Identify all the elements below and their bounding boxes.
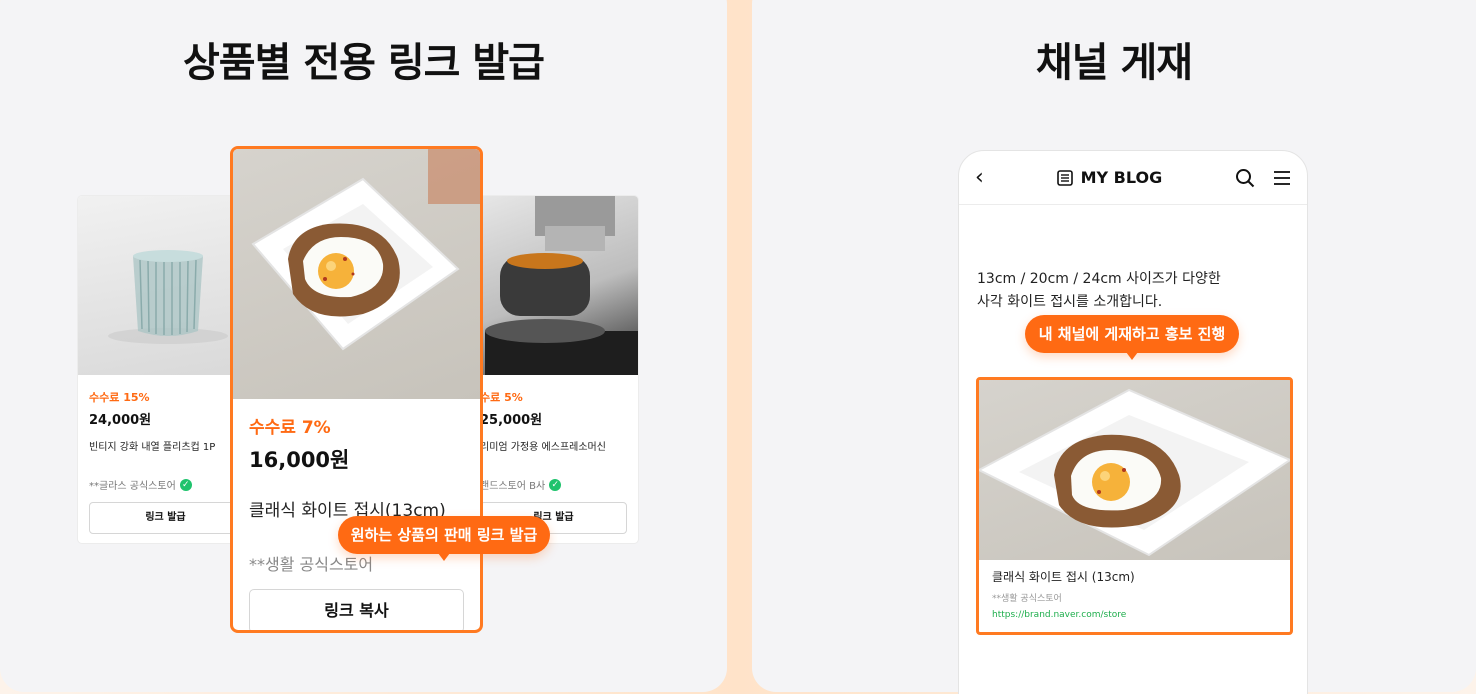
- back-chevron-icon[interactable]: ‹: [975, 165, 984, 190]
- store-name: **글라스 공식스토어 ✓: [89, 477, 242, 492]
- price: 25,000원: [480, 413, 543, 428]
- list-icon: [1056, 169, 1073, 186]
- product-name: 빈티지 강화 내열 플리츠컵 1P: [89, 442, 216, 453]
- store-label: 랜드스토어 B사: [480, 481, 546, 492]
- verified-check-icon: ✓: [179, 478, 192, 491]
- publish-channel-tooltip: 내 채널에 게재하고 홍보 진행: [1025, 315, 1239, 360]
- copy-link-button[interactable]: 링크 복사: [249, 589, 464, 630]
- post-image-egg-toast-plate: [979, 380, 1290, 560]
- post-url-link[interactable]: https://brand.naver.com/store: [992, 610, 1277, 620]
- commission-label: 수수료 15%: [89, 391, 150, 404]
- header-actions: [1235, 168, 1291, 188]
- store-label: **글라스 공식스토어: [89, 481, 176, 492]
- price: 16,000원: [249, 448, 350, 472]
- price: 24,000원: [89, 413, 152, 428]
- blog-header: ‹ MY BLOG: [959, 151, 1307, 205]
- post-egg-toast-illustration: [979, 388, 1290, 557]
- commission-label: 수수료 7%: [249, 418, 331, 438]
- store-label: **생활 공식스토어: [249, 555, 374, 574]
- commission-label: 수료 5%: [480, 391, 523, 404]
- product-image-egg-toast-plate: [233, 149, 480, 399]
- post-store: **생활 공식스토어: [992, 594, 1062, 604]
- right-panel-title: 채널 게재: [1035, 40, 1193, 86]
- egg-toast-illustration: [251, 149, 480, 351]
- search-icon[interactable]: [1235, 168, 1255, 188]
- left-panel-title: 상품별 전용 링크 발급: [183, 40, 545, 86]
- store-name: 랜드스토어 B사 ✓: [480, 477, 627, 492]
- post-title: 클래식 화이트 접시 (13cm): [992, 570, 1135, 584]
- menu-icon[interactable]: [1273, 170, 1291, 186]
- blog-intro-text: 13cm / 20cm / 24cm 사이즈가 다양한 사각 화이트 접시를 소…: [977, 268, 1221, 314]
- product-name: 리미엄 가정용 에스프레소머신: [480, 442, 606, 453]
- espresso-illustration: [485, 196, 638, 375]
- intro-line-2: 사각 화이트 접시를 소개합니다.: [977, 294, 1163, 310]
- issue-link-tooltip: 원하는 상품의 판매 링크 발급: [338, 516, 550, 561]
- blog-title: MY BLOG: [1056, 168, 1163, 187]
- issue-link-button[interactable]: 링크 발급: [89, 502, 242, 534]
- intro-line-1: 13cm / 20cm / 24cm 사이즈가 다양한: [977, 271, 1221, 287]
- store-name: **생활 공식스토어: [249, 551, 464, 575]
- product-card-espresso[interactable]: 수료 5% 25,000원 리미엄 가정용 에스프레소머신 랜드스토어 B사 ✓…: [465, 196, 638, 543]
- embedded-product-card[interactable]: 클래식 화이트 접시 (13cm) **생활 공식스토어 https://bra…: [976, 377, 1293, 635]
- product-card-glass[interactable]: 수수료 15% 24,000원 빈티지 강화 내열 플리츠컵 1P **글라스 …: [78, 196, 253, 543]
- verified-check-icon: ✓: [549, 478, 562, 491]
- blog-title-label: MY BLOG: [1080, 168, 1163, 187]
- phone-mockup: ‹ MY BLOG 13cm / 20cm / 24cm 사이즈가 다양한 사각…: [958, 150, 1308, 694]
- post-info: 클래식 화이트 접시 (13cm) **생활 공식스토어 https://bra…: [979, 560, 1290, 628]
- product-image-glass-cup: [78, 196, 253, 375]
- glass-cup-illustration: [108, 250, 228, 344]
- product-image-espresso-machine: [465, 196, 638, 375]
